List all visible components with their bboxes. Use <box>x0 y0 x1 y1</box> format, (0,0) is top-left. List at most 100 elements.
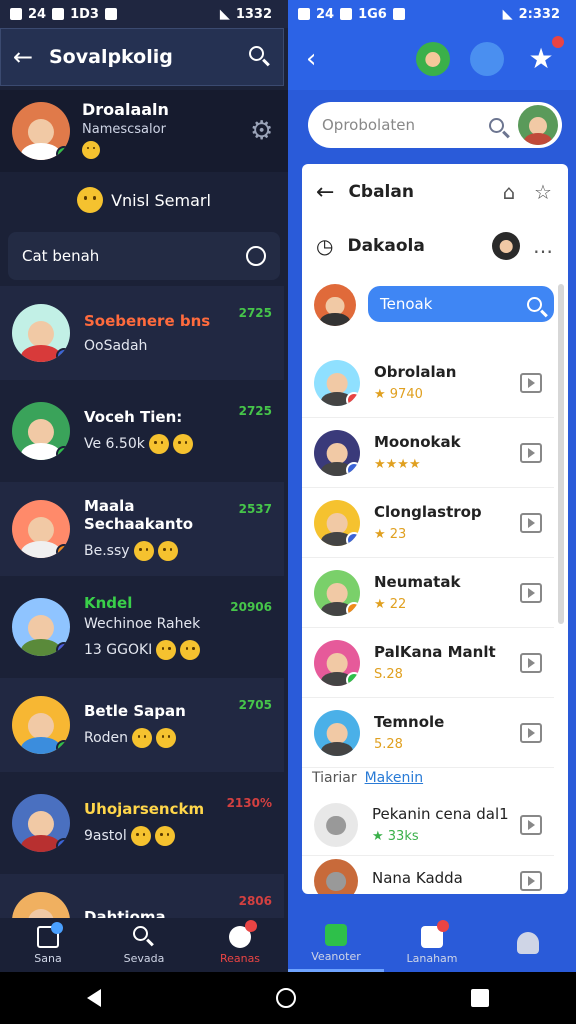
avatar <box>12 102 70 160</box>
search-icon[interactable] <box>527 296 542 312</box>
contact-row[interactable]: Clonglastrop ★ 23 <box>302 488 554 558</box>
back-chevron-icon[interactable]: ‹ <box>306 44 396 74</box>
user-outline-icon[interactable]: ⌂ <box>498 181 520 203</box>
emoji-icon <box>180 640 201 660</box>
play-icon[interactable] <box>520 442 542 463</box>
radio-circle-icon[interactable] <box>246 246 266 266</box>
back-arrow-icon[interactable]: ← <box>316 180 334 205</box>
back-icon[interactable] <box>87 989 102 1007</box>
chat-row[interactable]: Kndel Wechinoe Rahek 13 GGOKI 20906 <box>0 580 284 674</box>
chat-row[interactable]: Uhojarsenckm 9astol 2130% <box>0 776 284 870</box>
play-icon[interactable] <box>520 582 542 603</box>
contact-row[interactable]: Obrolalan ★ 9740 <box>302 348 554 418</box>
emoji-icon <box>82 140 100 159</box>
nav-lanaham[interactable]: Lanaham <box>384 918 480 972</box>
status-badge <box>56 740 70 754</box>
play-icon[interactable] <box>520 722 542 743</box>
panel-subheader: ◷ Dakaola … <box>302 228 568 264</box>
section-link[interactable]: Makenin <box>365 770 424 786</box>
chat-preview-text: 9astol <box>84 828 127 844</box>
emoji-icon <box>130 826 151 846</box>
panel-subtitle: Dakaola <box>347 236 425 256</box>
search-icon[interactable] <box>489 117 504 133</box>
user-avatar[interactable] <box>518 105 558 145</box>
back-arrow-icon[interactable]: ← <box>13 43 49 71</box>
filter-bar[interactable]: Cat benah <box>8 232 280 280</box>
contact-row[interactable]: Pekanin cena dal1 ★ 33ks <box>302 794 554 856</box>
filter-label: Cat benah <box>22 247 100 265</box>
nav-search[interactable]: Sevada <box>96 918 192 972</box>
contact-meta: ★ 22 <box>374 597 407 612</box>
contact-row[interactable]: PalKana Manlt S.28 <box>302 628 554 698</box>
notification-icon <box>104 8 117 20</box>
search-icon[interactable] <box>249 46 271 68</box>
nav-profile[interactable] <box>480 918 576 972</box>
gear-icon[interactable]: ⚙ <box>250 118 276 144</box>
contact-row[interactable]: Moonokak ★★★★ <box>302 418 554 488</box>
contact-row[interactable]: Neumatak ★ 22 <box>302 558 554 628</box>
avatar <box>314 429 360 476</box>
contact-row[interactable]: Nana Kadda <box>302 850 554 894</box>
chat-time: 20906 <box>230 600 272 614</box>
avatar <box>12 500 70 558</box>
avatar <box>314 709 360 756</box>
clock-icon: ◷ <box>316 234 334 258</box>
chat-row[interactable]: Soebenere bns OoSadah 2725 <box>0 286 284 380</box>
avatar <box>12 304 70 362</box>
contact-row[interactable]: Temnole 5.28 <box>302 698 554 768</box>
contact-name: PalKana Manlt <box>374 643 496 661</box>
home-icon[interactable] <box>275 988 296 1008</box>
contact-meta: ★★★★ <box>374 457 421 472</box>
play-icon[interactable] <box>520 870 542 891</box>
chat-row[interactable]: Maala Sechaakanto Be.ssy 2537 <box>0 482 284 576</box>
chat-preview: OoSadah <box>84 338 239 354</box>
scrollbar[interactable] <box>558 284 564 624</box>
status-bar-left: 24 1D3 ◣ 1332 <box>0 0 288 28</box>
avatar <box>12 696 70 754</box>
chat-time: 2537 <box>238 502 272 516</box>
panel-search[interactable]: Tenoak <box>368 286 554 322</box>
mascot-icon[interactable] <box>416 42 450 76</box>
status-badge <box>56 544 70 558</box>
chat-preview-text: Roden <box>84 730 129 746</box>
play-icon[interactable] <box>520 372 542 393</box>
chat-preview: Be.ssy <box>84 541 239 561</box>
chat-row[interactable]: Voceh Tien: Ve 6.50k 2725 <box>0 384 284 478</box>
contact-meta: S.28 <box>374 667 403 682</box>
nav-veanoter[interactable]: Veanoter <box>288 918 384 972</box>
system-nav <box>0 972 576 1024</box>
visit-row[interactable]: Vnisl Semarl <box>0 180 288 220</box>
chat-time: 2130% <box>226 796 272 810</box>
chat-name: Maala Sechaakanto <box>84 497 194 533</box>
search-bar[interactable]: Oprobolaten <box>308 102 562 148</box>
contact-name: Neumatak <box>374 573 461 591</box>
star-outline-icon[interactable]: ☆ <box>532 181 554 203</box>
recents-icon[interactable] <box>470 989 489 1007</box>
nav-home[interactable]: Sana <box>0 918 96 972</box>
profile-card[interactable]: Droalaaln Namescsalor ⚙ <box>0 90 288 172</box>
contact-meta: ★ 23 <box>374 527 407 542</box>
panel-search-text: Tenoak <box>380 295 433 313</box>
play-icon[interactable] <box>520 814 542 835</box>
emoji-icon <box>148 434 169 454</box>
play-icon[interactable] <box>520 512 542 533</box>
profile-name: Droalaaln <box>82 99 169 119</box>
chat-row[interactable]: Betle Sapan Roden 2705 <box>0 678 284 772</box>
search-placeholder: Oprobolaten <box>322 116 416 134</box>
panel-header: ← Cbalan ⌂ ☆ <box>302 174 568 210</box>
play-icon[interactable] <box>520 652 542 673</box>
nav-label: Sana <box>34 951 62 965</box>
contact-name: Clonglastrop <box>374 503 482 521</box>
nav-reanas[interactable]: Reanas <box>192 918 288 972</box>
section-header: Tiariar Makenin <box>312 770 423 786</box>
status-badge <box>56 838 70 852</box>
more-icon[interactable]: … <box>532 235 554 257</box>
emoji-icon <box>172 434 193 454</box>
visit-label: Vnisl Semarl <box>111 190 211 210</box>
chat-bubble-icon[interactable] <box>470 42 504 76</box>
avatar <box>314 802 358 847</box>
chat-name: Betle Sapan <box>84 702 186 720</box>
status-badge <box>56 348 70 362</box>
emoji-icon <box>156 640 177 660</box>
star-icon[interactable]: ★ <box>524 36 564 76</box>
